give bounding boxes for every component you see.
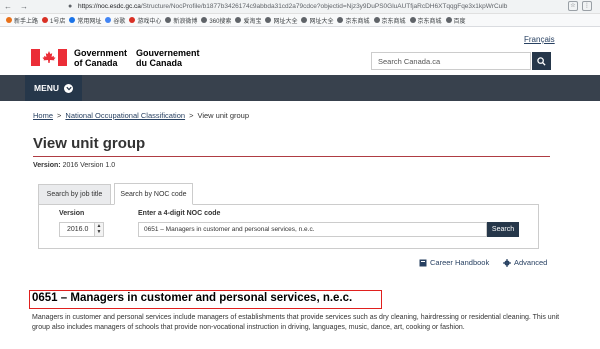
wordmark-fr-line1: Gouvernement	[136, 48, 200, 58]
bookmark-label: 百度	[453, 18, 466, 25]
breadcrumb-separator: >	[57, 111, 62, 120]
gear-icon	[503, 258, 511, 267]
lock-icon: ●	[68, 3, 73, 10]
career-handbook-link[interactable]: Career Handbook	[419, 258, 489, 267]
bookmarks-bar: 新手上路 1号店 常用网址 谷歌 游戏中心 新浪微博 360搜索 爱淘宝 网址大全 网址大全 京东商…	[0, 14, 600, 27]
breadcrumb-home[interactable]: Home	[33, 111, 53, 120]
bookmark-label: 网址大全	[309, 18, 334, 25]
bookmark-favicon-icon	[373, 17, 380, 23]
noc-code-label: Enter a 4-digit NOC code	[138, 210, 221, 217]
title-divider	[33, 156, 550, 157]
version-select-label: Version	[59, 210, 85, 217]
site-search-button[interactable]	[532, 52, 551, 70]
menu-button[interactable]: MENU	[25, 75, 82, 101]
bookmark-favicon-icon	[6, 17, 12, 23]
book-icon	[419, 259, 427, 266]
bookmark-item[interactable]: 网址大全	[265, 16, 297, 25]
bookmark-star-icon[interactable]: ☆	[568, 1, 578, 11]
breadcrumb-noc[interactable]: National Occupational Classification	[65, 111, 185, 120]
bookmark-item[interactable]: 游戏中心	[129, 16, 161, 25]
breadcrumb-separator: >	[189, 111, 194, 120]
canada-flag-icon	[31, 49, 67, 66]
bookmark-item[interactable]: 京东商城	[409, 16, 442, 25]
bookmark-favicon-icon	[129, 17, 136, 23]
url-host: https://noc.esdc.gc.ca	[78, 3, 141, 10]
wordmark-en-line1: Government	[74, 48, 128, 58]
bookmark-item[interactable]: 网址大全	[301, 16, 333, 25]
bookmark-item[interactable]: 360搜索	[201, 16, 231, 25]
noc-code-input[interactable]: 0651 – Managers in customer and personal…	[138, 222, 487, 237]
bookmark-item[interactable]: 京东商城	[337, 16, 370, 25]
unit-group-description: Managers in customer and personal servic…	[32, 314, 560, 331]
breadcrumb: Home > National Occupational Classificat…	[33, 111, 249, 120]
bookmark-label: 爱淘宝	[243, 18, 262, 25]
bookmark-item[interactable]: 谷歌	[105, 16, 125, 25]
bookmark-favicon-icon	[409, 17, 416, 23]
tab-search-by-noc-code[interactable]: Search by NOC code	[114, 183, 193, 205]
bookmark-favicon-icon	[265, 17, 272, 23]
advanced-search-link[interactable]: Advanced	[503, 258, 547, 267]
chevron-down-icon	[64, 83, 74, 93]
menu-label: MENU	[33, 83, 60, 93]
bookmark-label: 常用网址	[77, 18, 102, 25]
bookmark-label: 京东商城	[381, 18, 406, 25]
version-info: Version: 2016 Version 1.0	[33, 162, 115, 169]
noc-search-button[interactable]: Search	[487, 222, 519, 237]
bookmark-label: 谷歌	[113, 18, 126, 25]
url-path: /Structure/NocProfile/b1877b3426174c9abb…	[140, 3, 508, 10]
bookmark-label: 京东商城	[417, 18, 442, 25]
select-spinner-icon: ▲ ▼	[94, 223, 103, 236]
browser-buttons: ☆ ⋮	[568, 1, 592, 11]
bookmark-item[interactable]: 京东商城	[373, 16, 406, 25]
version-info-label: Version:	[33, 162, 61, 169]
bookmark-item[interactable]: 爱淘宝	[235, 16, 261, 25]
bookmark-label: 新手上路	[14, 18, 39, 25]
bookmark-item[interactable]: 新手上路	[6, 16, 38, 25]
advanced-label: Advanced	[514, 258, 548, 267]
bookmark-label: 新浪微博	[173, 18, 198, 25]
forward-icon[interactable]: →	[16, 0, 32, 14]
tab-search-by-job-title[interactable]: Search by job title	[38, 184, 111, 204]
breadcrumb-current: View unit group	[197, 111, 250, 120]
bookmark-label: 游戏中心	[137, 18, 162, 25]
bookmark-favicon-icon	[42, 17, 49, 23]
version-select[interactable]: 2016.0 ▲ ▼	[59, 222, 104, 237]
bookmark-item[interactable]: 1号店	[42, 16, 65, 25]
bookmark-item[interactable]: 常用网址	[69, 16, 101, 25]
bookmark-favicon-icon	[165, 17, 172, 23]
menu-bar	[0, 75, 600, 101]
bookmark-item[interactable]: 新浪微博	[165, 16, 197, 25]
bookmark-label: 网址大全	[273, 18, 298, 25]
wordmark-english[interactable]: Government of Canada	[74, 48, 127, 68]
bookmark-favicon-icon	[69, 17, 76, 23]
version-info-value: 2016 Version 1.0	[62, 162, 116, 169]
bookmark-item[interactable]: 百度	[445, 16, 466, 25]
search-icon	[537, 56, 546, 66]
wordmark-fr-line2: du Canada	[136, 58, 183, 68]
url-field[interactable]: https://noc.esdc.gc.ca/Structure/NocProf…	[78, 3, 538, 10]
bookmark-label: 360搜索	[209, 18, 232, 25]
bookmark-favicon-icon	[445, 17, 452, 23]
wordmark-en-line2: of Canada	[74, 58, 118, 68]
career-handbook-label: Career Handbook	[430, 258, 490, 267]
page-title: View unit group	[33, 135, 146, 152]
bookmark-favicon-icon	[301, 17, 308, 23]
site-search-input[interactable]: Search Canada.ca	[371, 52, 531, 70]
version-select-value: 2016.0	[67, 226, 89, 233]
bookmark-favicon-icon	[337, 17, 344, 23]
extension-icon[interactable]: ⋮	[582, 1, 592, 11]
back-icon[interactable]: ←	[0, 0, 16, 14]
bookmark-label: 1号店	[50, 18, 66, 25]
language-toggle-link[interactable]: Français	[524, 35, 555, 44]
browser-address-bar: ← → ● https://noc.esdc.gc.ca/Structure/N…	[0, 0, 600, 14]
wordmark-french[interactable]: Gouvernement du Canada	[136, 48, 200, 68]
unit-group-title: 0651 – Managers in customer and personal…	[32, 292, 353, 304]
bookmark-favicon-icon	[105, 17, 112, 23]
bookmark-favicon-icon	[201, 17, 208, 23]
bookmark-favicon-icon	[235, 17, 242, 23]
bookmark-label: 京东商城	[345, 18, 370, 25]
